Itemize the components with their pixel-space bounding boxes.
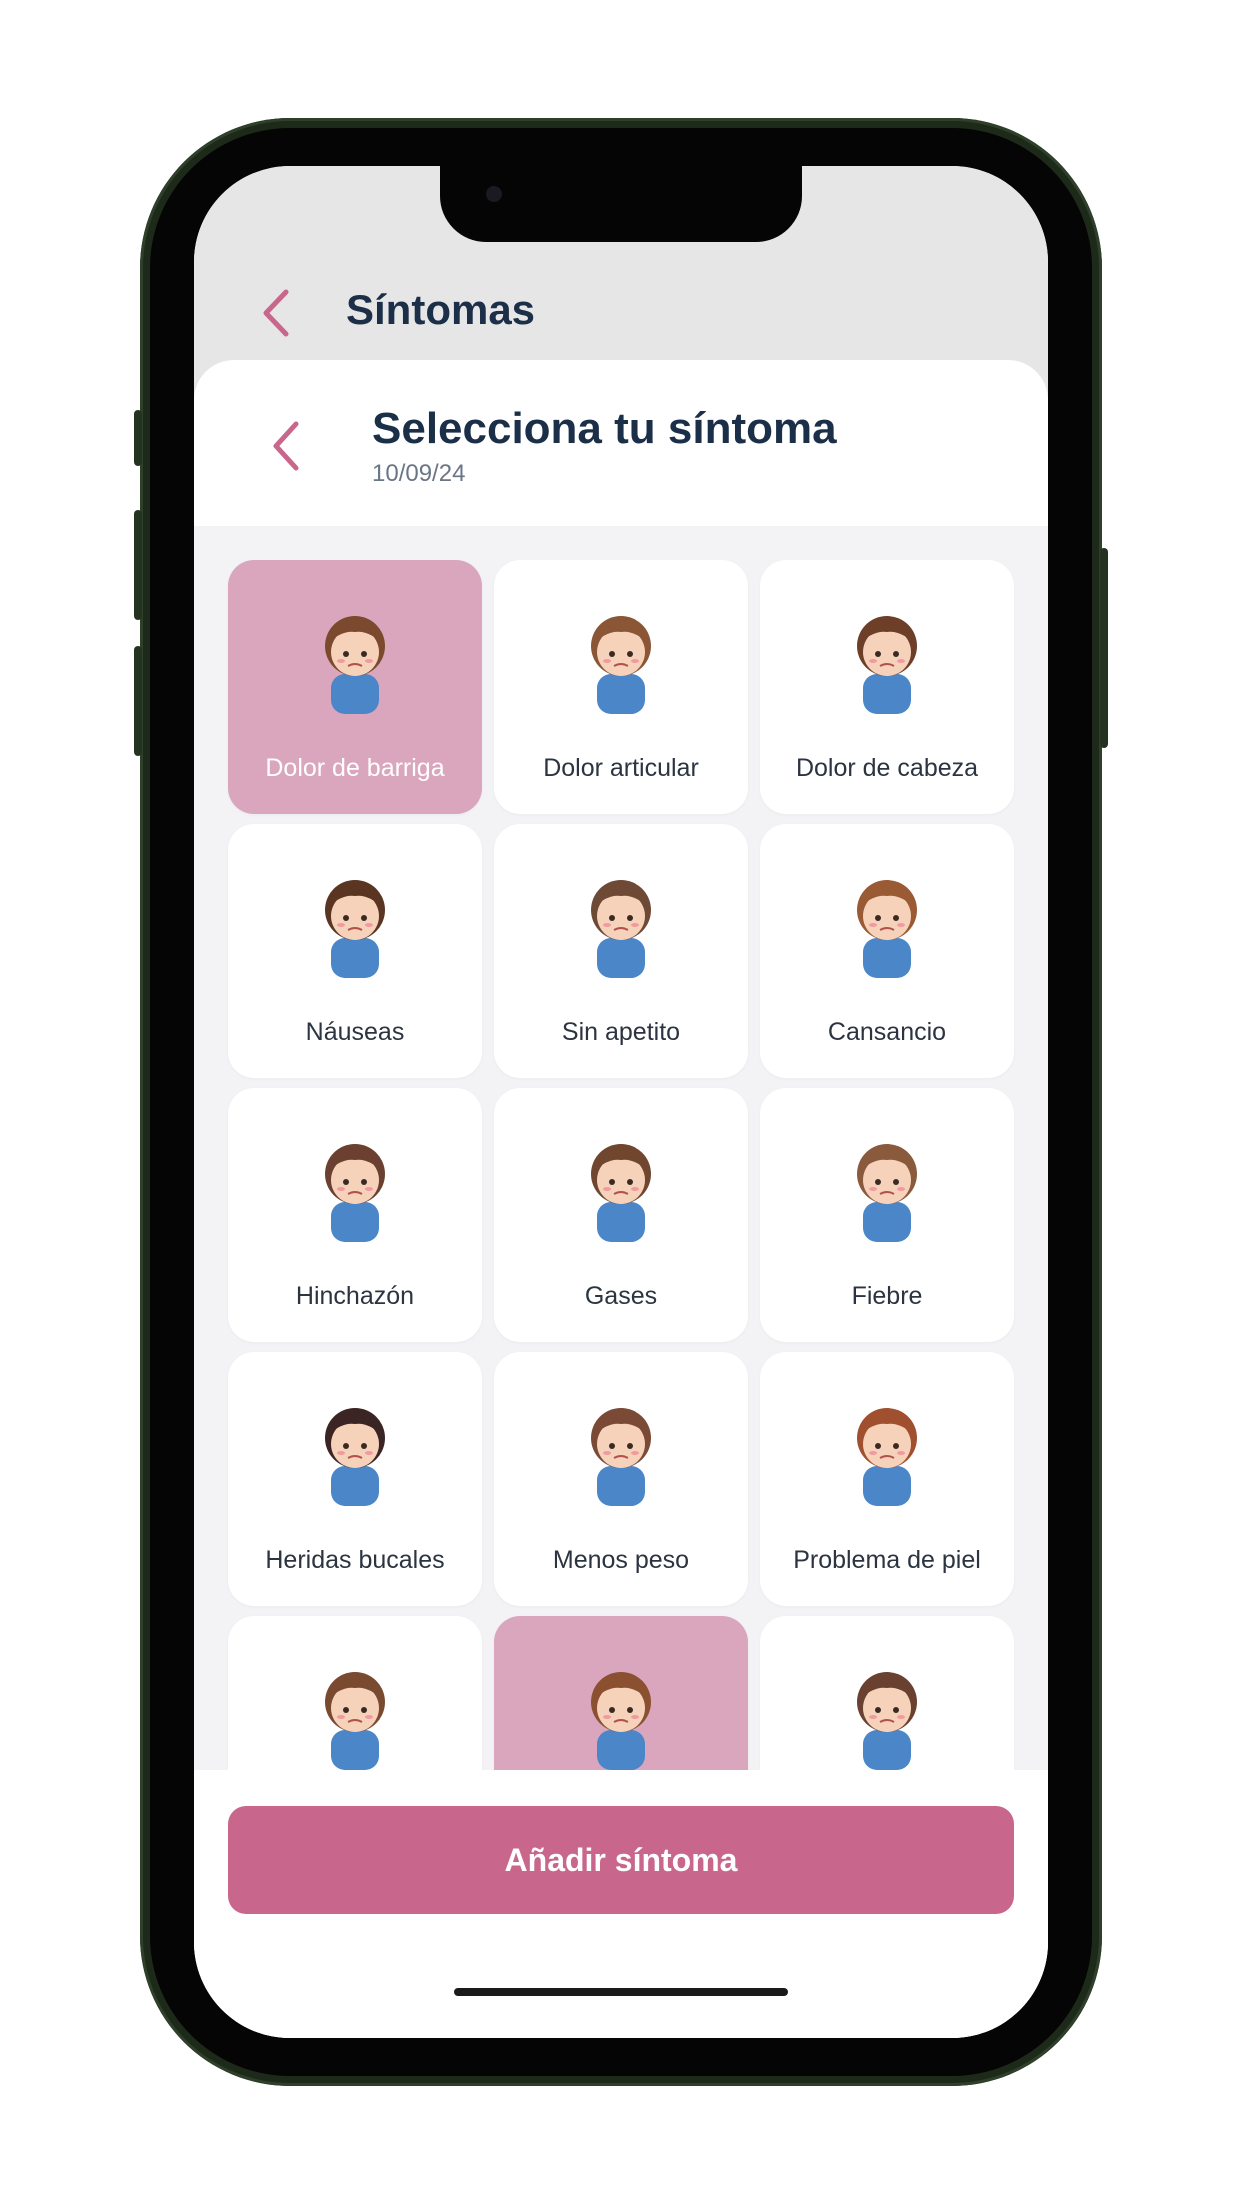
bottom-action-area: Añadir síntoma [194,1770,1048,2038]
symptom-label: Náuseas [305,1018,405,1046]
symptom-label: Gases [584,1282,658,1310]
symptom-card[interactable]: Gases [494,1088,748,1342]
symptom-label: Cansancio [827,1018,947,1046]
symptom-label: Sin apetito [561,1018,681,1046]
symptom-card[interactable]: Dolor de cabeza [760,560,1014,814]
symptom-card[interactable]: Dolor de barriga [228,560,482,814]
symptom-label: Dolor articular [543,754,699,782]
page-title: Síntomas [346,286,536,333]
boy-chills-icon [305,1656,405,1770]
phone-frame: Síntomas Selecciona tu síntoma 10/09/24 … [134,118,1108,2086]
volume-down-button [134,646,142,756]
symptom-card[interactable] [494,1616,748,1770]
boy-tiredness-icon [837,864,937,982]
symptom-label: Fiebre [851,1282,923,1310]
boy-gas-icon [571,1128,671,1246]
girl-stomach-ache-icon [305,600,405,718]
symptom-card[interactable] [760,1616,1014,1770]
boy-nausea-icon [305,864,405,982]
symptom-card[interactable]: Náuseas [228,824,482,1078]
boy-bloating-icon [305,1128,405,1246]
sheet-header: Selecciona tu síntoma 10/09/24 [194,360,1048,526]
symptom-picker-sheet: Selecciona tu síntoma 10/09/24 Dolor de … [194,360,1048,2038]
girl-joint-pain-icon [571,600,671,718]
symptom-label: Problema de piel [793,1546,981,1574]
symptom-grid: Dolor de barriga Dolor articular Dolor de … [228,560,1014,1770]
boy-no-appetite-icon [571,864,671,982]
symptom-card[interactable]: Hinchazón [228,1088,482,1342]
add-symptom-button[interactable]: Añadir síntoma [228,1806,1014,1914]
girl-fever-icon [837,1128,937,1246]
volume-up-button [134,510,142,620]
sheet-back-arrow-icon[interactable] [264,418,314,474]
camera [486,186,502,202]
symptom-card[interactable] [228,1616,482,1770]
girl-mouth-sores-icon [305,1392,405,1510]
symptom-card[interactable]: Sin apetito [494,824,748,1078]
boy-tingling-icon [837,1656,937,1770]
symptom-label: Dolor de barriga [265,754,445,782]
girl-skin-problem-icon [837,1392,937,1510]
back-arrow-icon[interactable] [254,288,304,338]
symptom-label: Hinchazón [295,1282,415,1310]
symptom-label: Dolor de cabeza [795,754,979,782]
app-screen: Síntomas Selecciona tu síntoma 10/09/24 … [194,166,1048,2038]
symptom-card[interactable]: Problema de piel [760,1352,1014,1606]
boy-cramps-icon [571,1656,671,1770]
power-button [1100,548,1108,748]
home-indicator[interactable] [454,1988,788,1996]
mute-switch [134,410,142,466]
girl-weight-loss-icon [571,1392,671,1510]
symptom-card[interactable]: Dolor articular [494,560,748,814]
sheet-title: Selecciona tu síntoma [372,404,837,453]
symptom-card[interactable]: Menos peso [494,1352,748,1606]
sheet-date: 10/09/24 [372,460,466,487]
symptom-card[interactable]: Cansancio [760,824,1014,1078]
symptom-grid-scroll[interactable]: Dolor de barriga Dolor articular Dolor de … [194,526,1048,1770]
symptom-label: Heridas bucales [265,1546,445,1574]
notch [440,166,802,242]
symptom-card[interactable]: Fiebre [760,1088,1014,1342]
symptom-card[interactable]: Heridas bucales [228,1352,482,1606]
girl-headache-icon [837,600,937,718]
symptom-label: Menos peso [552,1546,690,1574]
